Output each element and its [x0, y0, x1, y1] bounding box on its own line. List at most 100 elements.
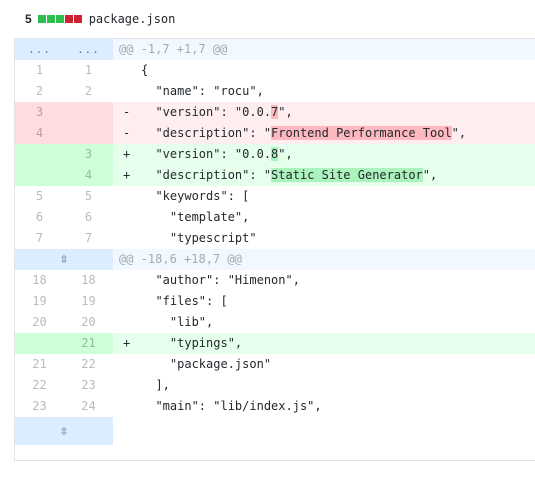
diff-line: 19 19 "files": [ — [15, 291, 535, 312]
word-highlight: Frontend Performance Tool — [271, 126, 452, 140]
diff-sign: + — [123, 147, 131, 161]
new-line-number[interactable]: 19 — [64, 291, 113, 312]
diff-line: 23 24 "main": "lib/index.js", — [15, 396, 535, 417]
new-line-number[interactable]: 18 — [64, 270, 113, 291]
old-line-number[interactable] — [15, 165, 64, 186]
hunk-header-row: ... ... @@ -1,7 +1,7 @@ — [15, 39, 535, 60]
old-line-number[interactable]: 20 — [15, 312, 64, 333]
diff-line: 18 18 "author": "Himenon", — [15, 270, 535, 291]
new-line-number[interactable]: 1 — [64, 60, 113, 81]
code-text: "typescript" — [141, 231, 257, 245]
code-line: - "description": "Frontend Performance T… — [113, 123, 535, 144]
hunk-header-row: ⇳ @@ -18,6 +18,7 @@ — [15, 249, 535, 270]
code-text: "keywords": [ — [141, 189, 250, 203]
code-text: "main": "lib/index.js", — [141, 399, 322, 413]
code-text: "typings", — [141, 336, 243, 350]
new-line-number[interactable]: 23 — [64, 375, 113, 396]
diff-line: 3 + "version": "0.0.8", — [15, 144, 535, 165]
new-line-number[interactable]: 20 — [64, 312, 113, 333]
old-line-number[interactable]: 2 — [15, 81, 64, 102]
old-line-number[interactable]: 1 — [15, 60, 64, 81]
blank-area — [113, 417, 535, 445]
diff-line: 4 + "description": "Static Site Generator… — [15, 165, 535, 186]
code-text: "files": [ — [141, 294, 228, 308]
diff-line: 66 "template", — [15, 207, 535, 228]
diff-sign: + — [123, 168, 131, 182]
diff-line: 3 - "version": "0.0.7", — [15, 102, 535, 123]
diffstat-del-block — [73, 15, 82, 23]
code-line: - "version": "0.0.7", — [113, 102, 535, 123]
file-name-link[interactable]: package.json — [89, 12, 176, 26]
diffstat-add-block — [37, 15, 46, 23]
new-line-number[interactable]: 2 — [64, 81, 113, 102]
code-text: "author": "Himenon", — [141, 273, 300, 287]
new-line-number[interactable] — [64, 123, 113, 144]
diff-line: 4 - "description": "Frontend Performance … — [15, 123, 535, 144]
diff-line: 22 23 ], — [15, 375, 535, 396]
code-text: ", — [451, 126, 467, 140]
code-text: "description": " — [141, 126, 272, 140]
old-line-number[interactable] — [15, 144, 64, 165]
change-count: 5 — [25, 12, 32, 26]
word-highlight: Static Site Generator — [271, 168, 423, 182]
code-text: { — [141, 63, 149, 77]
old-line-number[interactable]: 22 — [15, 375, 64, 396]
old-line-number[interactable]: 5 — [15, 186, 64, 207]
diff-sign: + — [123, 336, 131, 350]
diffstat-add-block — [55, 15, 64, 23]
old-line-number[interactable]: 18 — [15, 270, 64, 291]
new-line-number[interactable]: 21 — [64, 333, 113, 354]
expand-dots-new[interactable]: ... — [64, 39, 113, 60]
diff-line: 20 20 "lib", — [15, 312, 535, 333]
expand-row: ⇳ — [15, 417, 535, 445]
diffstat-del-block — [64, 15, 73, 23]
expand-icon[interactable]: ⇳ — [15, 249, 113, 270]
code-line: "main": "lib/index.js", — [113, 396, 535, 417]
diff-line: 1 1 { — [15, 60, 535, 81]
old-line-number[interactable]: 23 — [15, 396, 64, 417]
file-header: 5 package.json — [14, 0, 535, 39]
new-line-number[interactable] — [64, 102, 113, 123]
diff-sign: - — [123, 126, 131, 140]
hunk-header: @@ -1,7 +1,7 @@ — [113, 39, 535, 60]
old-line-number[interactable]: 3 — [15, 102, 64, 123]
code-line: "author": "Himenon", — [113, 270, 535, 291]
diff-table: ... ... @@ -1,7 +1,7 @@ 1 1 {2 2 "name": "r… — [14, 39, 535, 461]
expand-dots-old[interactable]: ... — [15, 39, 64, 60]
hunk-header: @@ -18,6 +18,7 @@ — [113, 249, 535, 270]
old-line-number[interactable]: 21 — [15, 354, 64, 375]
code-text: "lib", — [141, 315, 214, 329]
new-line-number[interactable]: 7 — [64, 228, 113, 249]
code-text: "version": "0.0. — [141, 147, 272, 161]
old-line-number[interactable]: 6 — [15, 207, 64, 228]
new-line-number[interactable]: 4 — [64, 165, 113, 186]
code-line: + "typings", — [113, 333, 535, 354]
diffstat-add-block — [46, 15, 55, 23]
code-line: "template", — [113, 207, 535, 228]
code-text: "description": " — [141, 168, 272, 182]
new-line-number[interactable]: 6 — [64, 207, 113, 228]
expand-icon[interactable]: ⇳ — [15, 417, 113, 445]
diffstat-bar — [37, 15, 82, 23]
new-line-number[interactable]: 22 — [64, 354, 113, 375]
code-line: "name": "rocu", — [113, 81, 535, 102]
code-line: { — [113, 60, 535, 81]
old-line-number[interactable]: 7 — [15, 228, 64, 249]
new-line-number[interactable]: 3 — [64, 144, 113, 165]
code-text: "template", — [141, 210, 250, 224]
code-line: "typescript" — [113, 228, 535, 249]
code-text: ", — [422, 168, 438, 182]
diff-line: 77 "typescript" — [15, 228, 535, 249]
diff-line: 55 "keywords": [ — [15, 186, 535, 207]
new-line-number[interactable]: 5 — [64, 186, 113, 207]
code-line: + "description": "Static Site Generator"… — [113, 165, 535, 186]
code-line: ], — [113, 375, 535, 396]
code-line: "files": [ — [113, 291, 535, 312]
code-text: ", — [278, 105, 293, 119]
old-line-number[interactable]: 19 — [15, 291, 64, 312]
new-line-number[interactable]: 24 — [64, 396, 113, 417]
old-line-number[interactable] — [15, 333, 64, 354]
code-line: "lib", — [113, 312, 535, 333]
old-line-number[interactable]: 4 — [15, 123, 64, 144]
code-text: "name": "rocu", — [141, 84, 264, 98]
